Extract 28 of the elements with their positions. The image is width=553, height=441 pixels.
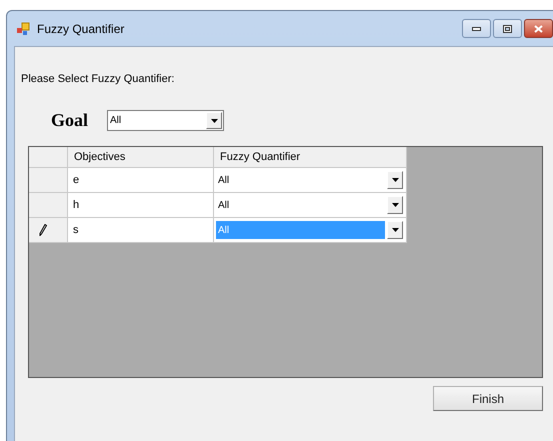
dropdown-button[interactable] — [387, 221, 403, 239]
finish-button[interactable]: Finish — [433, 386, 543, 411]
close-icon — [534, 24, 543, 32]
table-cell: s — [68, 218, 214, 243]
table-cell: e — [68, 168, 214, 193]
goal-dropdown[interactable]: All — [107, 110, 224, 131]
table-cell: h — [68, 193, 214, 218]
maximize-button[interactable] — [493, 19, 522, 38]
minimize-icon — [472, 26, 481, 30]
dropdown-button[interactable] — [387, 196, 403, 214]
caret-icon — [392, 178, 398, 182]
caret-icon — [210, 118, 218, 122]
dropdown-button[interactable] — [206, 112, 222, 129]
pencil-icon — [39, 224, 47, 236]
row-header[interactable] — [29, 218, 68, 243]
minimize-button[interactable] — [462, 19, 491, 38]
maximize-icon — [503, 24, 512, 32]
window-title: Fuzzy Quantifier — [37, 20, 124, 38]
caret-icon — [392, 203, 398, 207]
dropdown-button[interactable] — [387, 171, 403, 189]
goal-label: Goal — [51, 109, 88, 132]
prompt-label: Please Select Fuzzy Quantifier: — [21, 72, 174, 87]
app-icon — [16, 20, 32, 36]
close-button[interactable] — [524, 19, 553, 38]
row-header-corner — [29, 147, 68, 168]
column-header[interactable]: Fuzzy Quantifier — [214, 147, 407, 168]
column-header[interactable]: Objectives — [68, 147, 214, 168]
caret-icon — [392, 228, 398, 232]
